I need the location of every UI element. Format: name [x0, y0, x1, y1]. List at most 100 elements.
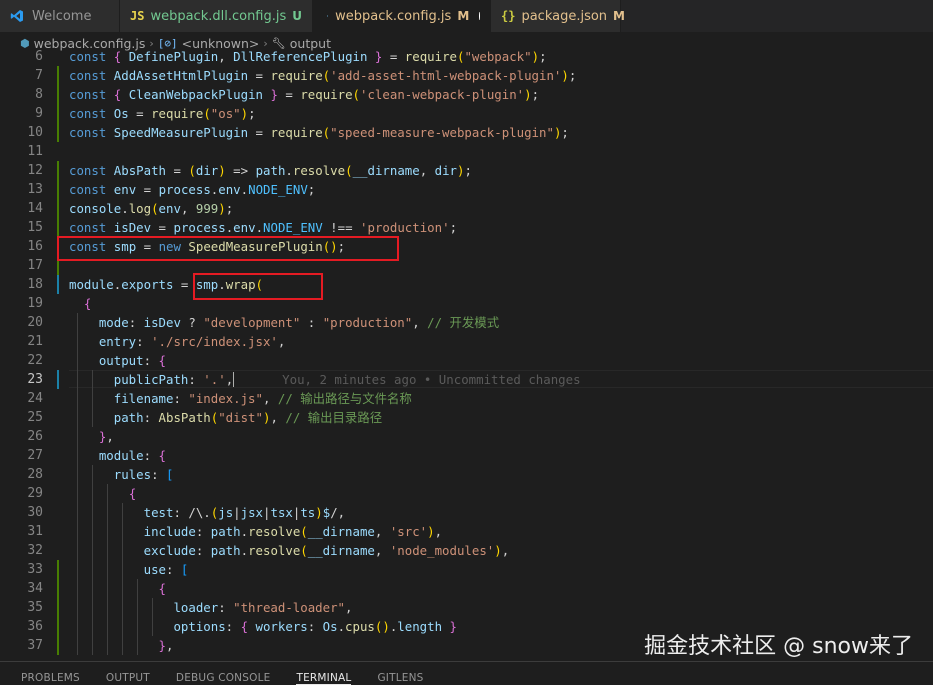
code-text: output: { [69, 351, 166, 370]
git-added-marker[interactable] [57, 617, 59, 636]
git-added-marker[interactable] [57, 560, 59, 579]
panel-tab-gitlens[interactable]: GITLENS [377, 662, 423, 684]
code-line[interactable]: 32 exclude: path.resolve(__dirname, 'nod… [0, 541, 933, 560]
git-modified-marker[interactable] [57, 275, 59, 294]
code-line[interactable]: 27 module: { [0, 446, 933, 465]
git-added-marker[interactable] [57, 636, 59, 655]
git-added-marker[interactable] [57, 104, 59, 123]
tab-welcome[interactable]: Welcome [0, 0, 120, 32]
code-line[interactable]: 9const Os = require("os"); [0, 104, 933, 123]
code-text: { [69, 579, 166, 598]
line-number: 10 [0, 123, 43, 142]
line-number: 21 [0, 332, 43, 351]
code-text: publicPath: '.',You, 2 minutes ago • Unc… [69, 370, 581, 389]
code-text: const AddAssetHtmlPlugin = require('add-… [69, 66, 576, 85]
code-text: include: path.resolve(__dirname, 'src'), [69, 522, 442, 541]
code-text: const AbsPath = (dir) => path.resolve(__… [69, 161, 472, 180]
json-file-icon: {} [501, 9, 515, 23]
panel-tab-terminal[interactable]: TERMINAL [296, 662, 351, 685]
code-line[interactable]: 8const { CleanWebpackPlugin } = require(… [0, 85, 933, 104]
line-number: 17 [0, 256, 43, 275]
code-text: mode: isDev ? "development" : "productio… [69, 313, 499, 332]
code-text: rules: [ [69, 465, 173, 484]
git-added-marker[interactable] [57, 123, 59, 142]
code-text: filename: "index.js", // 输出路径与文件名称 [69, 389, 412, 408]
tab-label: Welcome [32, 9, 91, 24]
code-line[interactable]: 31 include: path.resolve(__dirname, 'src… [0, 522, 933, 541]
code-line[interactable]: 25 path: AbsPath("dist"), // 输出目录路径 [0, 408, 933, 427]
line-number: 18 [0, 275, 43, 294]
line-number: 27 [0, 446, 43, 465]
code-line[interactable]: 19 { [0, 294, 933, 313]
line-number: 33 [0, 560, 43, 579]
code-line[interactable]: 29 { [0, 484, 933, 503]
tab-label: webpack.config.js [335, 9, 451, 24]
code-line[interactable]: 22 output: { [0, 351, 933, 370]
line-number: 32 [0, 541, 43, 560]
js-file-icon: JS [130, 9, 144, 23]
line-number: 9 [0, 104, 43, 123]
vscode-logo-icon [10, 9, 24, 23]
code-line[interactable]: 35 loader: "thread-loader", [0, 598, 933, 617]
code-line[interactable]: 20 mode: isDev ? "development" : "produc… [0, 313, 933, 332]
code-text: module: { [69, 446, 166, 465]
line-number: 11 [0, 142, 43, 161]
git-added-marker[interactable] [57, 579, 59, 598]
line-number: 35 [0, 598, 43, 617]
code-line[interactable]: 6const { DefinePlugin, DllReferencePlugi… [0, 47, 933, 66]
code-line[interactable]: 14 console.log(env, 999); [0, 199, 933, 218]
code-line[interactable]: 11 [0, 142, 933, 161]
code-line[interactable]: 13const env = process.env.NODE_ENV; [0, 180, 933, 199]
line-number: 37 [0, 636, 43, 655]
highlight-box-smp [57, 236, 399, 261]
code-line[interactable]: 30 test: /\.(js|jsx|tsx|ts)$/, [0, 503, 933, 522]
panel-tab-problems[interactable]: PROBLEMS [21, 662, 80, 684]
tab-webpack-config[interactable]: webpack.config.js M [313, 0, 491, 32]
git-modified-marker[interactable] [57, 370, 59, 389]
text-cursor [233, 372, 234, 387]
code-text: const SpeedMeasurePlugin = require("spee… [69, 123, 569, 142]
code-editor[interactable]: 6const { DefinePlugin, DllReferencePlugi… [0, 47, 933, 661]
code-line[interactable]: 34 { [0, 579, 933, 598]
code-line[interactable]: 33 use: [ [0, 560, 933, 579]
gitlens-blame-annotation[interactable]: You, 2 minutes ago • Uncommitted changes [282, 372, 580, 387]
code-line[interactable]: 12const AbsPath = (dir) => path.resolve(… [0, 161, 933, 180]
modified-badge: M [613, 9, 625, 23]
git-added-marker[interactable] [57, 199, 59, 218]
tab-label: webpack.dll.config.js [150, 9, 286, 24]
code-line[interactable]: 23 publicPath: '.',You, 2 minutes ago • … [0, 370, 933, 389]
line-number: 16 [0, 237, 43, 256]
code-line[interactable]: 18module.exports = smp.wrap( [0, 275, 933, 294]
panel-tab-output[interactable]: OUTPUT [106, 662, 150, 684]
code-text: const { CleanWebpackPlugin } = require('… [69, 85, 539, 104]
code-text: test: /\.(js|jsx|tsx|ts)$/, [69, 503, 345, 522]
code-line[interactable]: 10 const SpeedMeasurePlugin = require("sp… [0, 123, 933, 142]
code-text: exclude: path.resolve(__dirname, 'node_m… [69, 541, 509, 560]
tab-webpack-dll-config[interactable]: JS webpack.dll.config.js U [120, 0, 313, 32]
code-line[interactable]: 26 }, [0, 427, 933, 446]
code-text: console.log(env, 999); [69, 199, 233, 218]
git-added-marker[interactable] [57, 66, 59, 85]
code-line[interactable]: 28 rules: [ [0, 465, 933, 484]
line-number: 28 [0, 465, 43, 484]
code-line[interactable]: 24 filename: "index.js", // 输出路径与文件名称 [0, 389, 933, 408]
git-added-marker[interactable] [57, 85, 59, 104]
unsaved-dot-icon[interactable] [479, 12, 480, 20]
line-number: 22 [0, 351, 43, 370]
line-number: 6 [0, 47, 43, 66]
code-line[interactable]: 21 entry: './src/index.jsx', [0, 332, 933, 351]
line-number: 30 [0, 503, 43, 522]
line-number: 14 [0, 199, 43, 218]
tab-package-json[interactable]: {} package.json M [491, 0, 621, 32]
line-number: 31 [0, 522, 43, 541]
code-line[interactable]: 7const AddAssetHtmlPlugin = require('add… [0, 66, 933, 85]
editor-tab-bar: Welcome JS webpack.dll.config.js U webpa… [0, 0, 933, 32]
line-number: 34 [0, 579, 43, 598]
panel-tab-debug-console[interactable]: DEBUG CONSOLE [176, 662, 271, 684]
git-added-marker[interactable] [57, 161, 59, 180]
git-added-marker[interactable] [57, 180, 59, 199]
code-line[interactable]: 15const isDev = process.env.NODE_ENV !==… [0, 218, 933, 237]
code-text: const isDev = process.env.NODE_ENV !== '… [69, 218, 457, 237]
git-added-marker[interactable] [57, 598, 59, 617]
git-added-marker[interactable] [57, 218, 59, 237]
